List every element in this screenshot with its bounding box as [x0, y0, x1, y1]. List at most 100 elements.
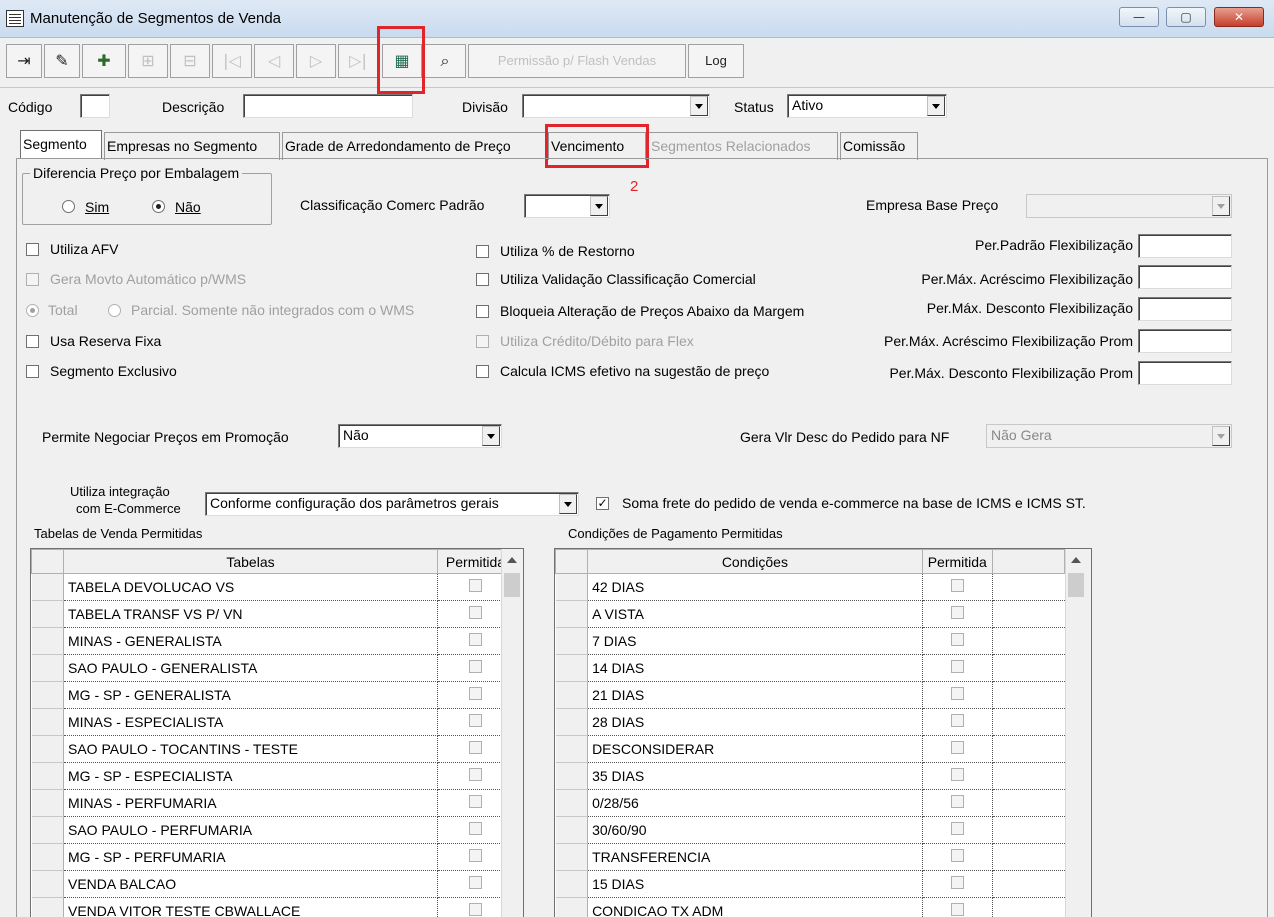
last-record-icon[interactable]: ▷| [338, 44, 378, 78]
permitida-checkbox[interactable] [469, 579, 482, 592]
total-radio[interactable] [26, 304, 39, 317]
scroll-thumb[interactable] [504, 573, 520, 597]
maximize-button[interactable]: ▢ [1166, 7, 1206, 27]
row-indicator[interactable] [31, 708, 64, 736]
scroll-thumb[interactable] [1068, 573, 1084, 597]
row-indicator[interactable] [31, 897, 64, 917]
table-row[interactable]: MINAS - PERFUMARIA [31, 789, 523, 817]
row-name-cell[interactable]: SAO PAULO - GENERALISTA [63, 654, 438, 682]
permitida-checkbox[interactable] [950, 606, 964, 619]
permitida-checkbox[interactable] [469, 903, 482, 916]
row-name-cell[interactable]: 42 DIAS [587, 573, 923, 601]
permitida-checkbox[interactable] [950, 768, 964, 781]
soma-frete-checkbox[interactable]: ✓ [596, 497, 609, 510]
binoculars-icon[interactable]: ⌕ [424, 44, 466, 78]
previous-record-icon[interactable]: ◁ [254, 44, 294, 78]
row-indicator[interactable] [31, 735, 64, 763]
row-name-cell[interactable]: 0/28/56 [587, 789, 923, 817]
row-indicator[interactable] [555, 843, 589, 871]
row-name-cell[interactable]: TABELA DEVOLUCAO VS [63, 573, 438, 601]
permitida-checkbox[interactable] [950, 795, 964, 808]
permitida-checkbox[interactable] [950, 876, 964, 889]
parcial-radio[interactable] [108, 304, 121, 317]
permitida-checkbox[interactable] [950, 687, 964, 700]
table-row[interactable]: MG - SP - PERFUMARIA [31, 843, 523, 871]
row-indicator[interactable] [555, 762, 589, 790]
minimize-button[interactable]: — [1119, 7, 1159, 27]
table-row[interactable]: VENDA VITOR TESTE CBWALLACE [31, 897, 523, 917]
permitida-checkbox[interactable] [469, 822, 482, 835]
permitida-checkbox[interactable] [950, 714, 964, 727]
row-name-cell[interactable]: 14 DIAS [587, 654, 923, 682]
row-indicator[interactable] [31, 600, 64, 628]
table-row[interactable]: 14 DIAS [555, 654, 1065, 682]
utiliza-restorno-checkbox[interactable] [476, 245, 489, 258]
next-record-icon[interactable]: ▷ [296, 44, 336, 78]
chevron-down-icon[interactable] [559, 494, 577, 514]
row-indicator[interactable] [31, 627, 64, 655]
row-name-cell[interactable]: MINAS - PERFUMARIA [63, 789, 438, 817]
chevron-down-icon[interactable] [590, 196, 608, 216]
row-indicator[interactable] [555, 735, 589, 763]
table-row[interactable]: TABELA TRANSF VS P/ VN [31, 600, 523, 628]
row-indicator[interactable] [31, 843, 64, 871]
table-row[interactable]: MG - SP - GENERALISTA [31, 681, 523, 709]
chevron-down-icon[interactable] [1212, 426, 1230, 446]
chevron-down-icon[interactable] [1212, 196, 1230, 216]
row-indicator[interactable] [555, 600, 589, 628]
row-name-cell[interactable]: SAO PAULO - PERFUMARIA [63, 816, 438, 844]
permitida-checkbox[interactable] [469, 741, 482, 754]
add-record-icon[interactable]: ✚ [82, 44, 126, 78]
permitida-checkbox[interactable] [469, 849, 482, 862]
row-name-cell[interactable]: 28 DIAS [587, 708, 923, 736]
row-name-cell[interactable]: 35 DIAS [587, 762, 923, 790]
sim-radio[interactable] [62, 200, 75, 213]
permitida-checkbox[interactable] [950, 903, 964, 916]
row-name-cell[interactable]: VENDA BALCAO [63, 870, 438, 898]
codigo-field[interactable] [80, 94, 110, 118]
scroll-up-icon[interactable] [1071, 557, 1081, 563]
row-name-cell[interactable]: DESCONSIDERAR [587, 735, 923, 763]
empresa-base-select[interactable] [1026, 194, 1232, 218]
table-row[interactable]: MINAS - GENERALISTA [31, 627, 523, 655]
row-indicator[interactable] [555, 870, 589, 898]
exit-icon[interactable]: ⇥ [6, 44, 42, 78]
per-max-desconto-flex-field[interactable] [1138, 297, 1232, 321]
table-row[interactable]: 21 DIAS [555, 681, 1065, 709]
utiliza-credito-debito-checkbox[interactable] [476, 335, 489, 348]
per-padrao-flex-field[interactable] [1138, 234, 1232, 258]
table-row[interactable]: 30/60/90 [555, 816, 1065, 844]
chevron-down-icon[interactable] [482, 426, 500, 446]
table-row[interactable]: CONDICAO TX ADM [555, 897, 1065, 917]
usa-reserva-fixa-checkbox[interactable] [26, 335, 39, 348]
condicoes-scrollbar[interactable] [1065, 549, 1091, 917]
per-max-desconto-prom-field[interactable] [1138, 361, 1232, 385]
row-indicator[interactable] [555, 573, 589, 601]
permitida-checkbox[interactable] [950, 579, 964, 592]
nao-radio[interactable] [152, 200, 165, 213]
row-indicator[interactable] [555, 627, 589, 655]
eraser-icon[interactable]: ✎ [44, 44, 80, 78]
table-row[interactable]: DESCONSIDERAR [555, 735, 1065, 763]
tabelas-column-header[interactable]: Tabelas [63, 549, 438, 574]
permitida-checkbox[interactable] [950, 849, 964, 862]
gera-movto-checkbox[interactable] [26, 273, 39, 286]
log-button[interactable]: Log [688, 44, 744, 78]
row-indicator[interactable] [31, 573, 64, 601]
segmento-exclusivo-checkbox[interactable] [26, 365, 39, 378]
permitida-checkbox[interactable] [950, 633, 964, 646]
row-name-cell[interactable]: TRANSFERENCIA [587, 843, 923, 871]
row-indicator[interactable] [31, 681, 64, 709]
permitida-checkbox[interactable] [469, 660, 482, 673]
table-row[interactable]: MG - SP - ESPECIALISTA [31, 762, 523, 790]
per-max-acrescimo-flex-field[interactable] [1138, 265, 1232, 289]
row-indicator[interactable] [555, 816, 589, 844]
table-row[interactable]: TRANSFERENCIA [555, 843, 1065, 871]
condicoes-column-header[interactable]: Condições [587, 549, 923, 574]
table-row[interactable]: 28 DIAS [555, 708, 1065, 736]
row-name-cell[interactable]: 7 DIAS [587, 627, 923, 655]
permitida-checkbox[interactable] [469, 606, 482, 619]
copy-record-icon[interactable]: ⊞ [128, 44, 168, 78]
row-name-cell[interactable]: MINAS - GENERALISTA [63, 627, 438, 655]
table-row[interactable]: 15 DIAS [555, 870, 1065, 898]
